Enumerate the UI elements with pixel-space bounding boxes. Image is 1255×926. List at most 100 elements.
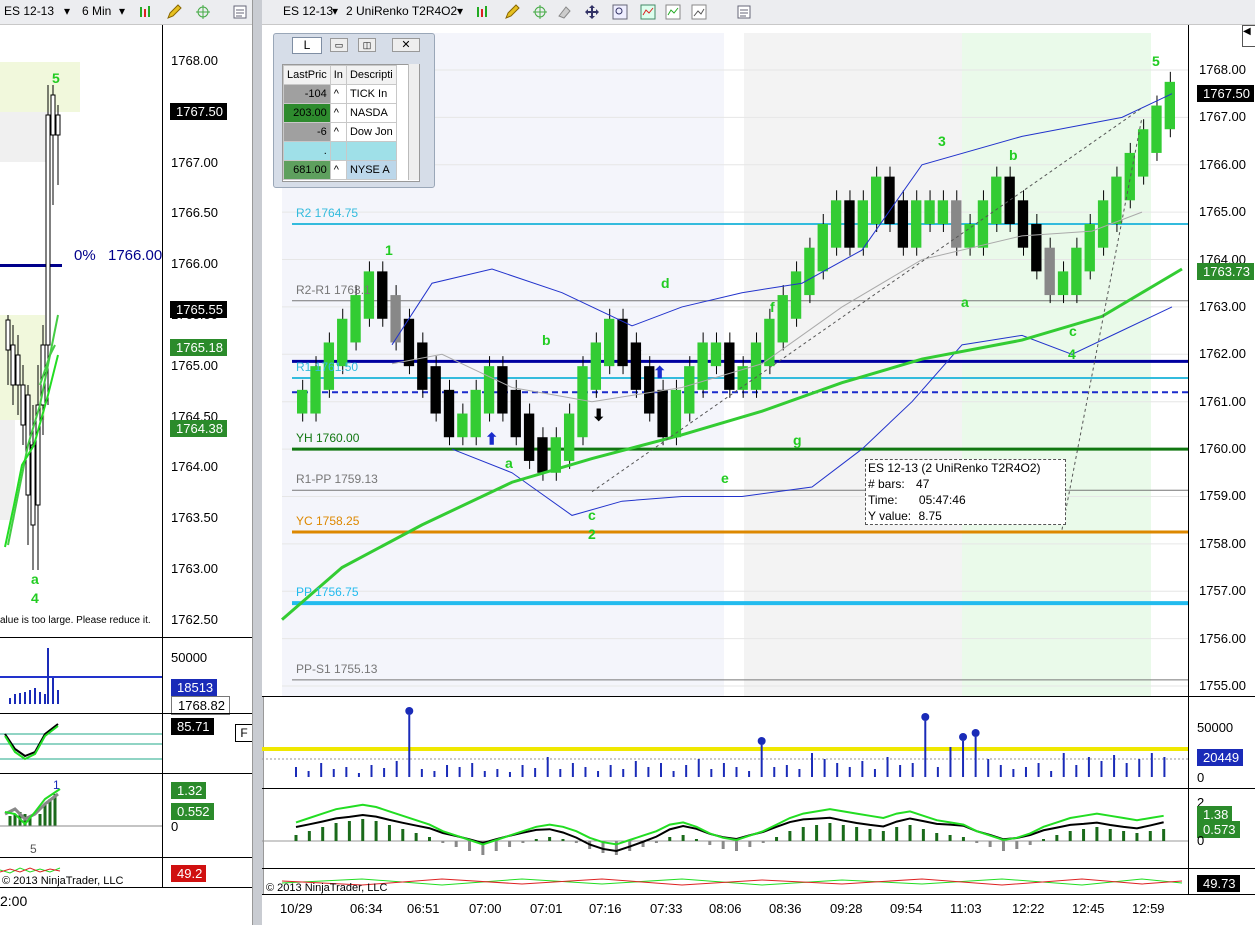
- chevron-down-icon[interactable]: ▾: [119, 4, 125, 18]
- table-row[interactable]: -6 ^ Dow Jon: [283, 122, 397, 142]
- column-header[interactable]: LastPric: [283, 65, 331, 85]
- osc2-label-1: 1.32: [171, 782, 207, 799]
- main-volume-panel[interactable]: 50000 20449 0: [262, 696, 1255, 789]
- main-toolbar: ES 12-13 ▾ 2 UniRenko T2R4O2 ▾: [262, 0, 1255, 25]
- main-time-axis: 10/29 06:34 06:51 07:00 07:01 07:16 07:33 08:06…: [262, 894, 1255, 926]
- bars-icon[interactable]: [138, 4, 154, 20]
- candle: [350, 295, 361, 343]
- left-osc2-panel[interactable]: 1 5 1.32 0.552 0: [0, 773, 252, 858]
- candle: [510, 389, 521, 438]
- info-time-label: Time:: [868, 493, 898, 507]
- window-titlebar[interactable]: L ▭ ◫ ✕: [274, 34, 434, 56]
- osc2-tick-zero: 0: [171, 819, 179, 834]
- candle: [897, 200, 909, 248]
- left-volume-panel[interactable]: 50000 18513 1768.82: [0, 637, 252, 715]
- osc2-mark-1: 1: [53, 778, 60, 792]
- eraser-icon[interactable]: [556, 4, 572, 20]
- arrow-icon: ⬇: [592, 408, 605, 425]
- chart-icon[interactable]: [691, 4, 707, 20]
- left-osc3-panel[interactable]: © 2013 NinjaTrader, LLC 49.2: [0, 857, 252, 888]
- main-instrument[interactable]: ES 12-13: [283, 4, 333, 18]
- properties-icon[interactable]: [736, 4, 752, 20]
- wave-mark: g: [793, 431, 802, 448]
- f-button[interactable]: F: [235, 724, 253, 742]
- properties-icon[interactable]: [232, 4, 248, 20]
- candle: [1071, 247, 1082, 296]
- candle: [991, 176, 1002, 224]
- time-tick: 06:34: [350, 901, 383, 916]
- table-row[interactable]: .: [283, 141, 397, 161]
- price-tick: 1763.00: [171, 561, 218, 576]
- indicator-cell: ^: [329, 122, 347, 142]
- indicators-icon[interactable]: [640, 4, 656, 20]
- pencil-icon[interactable]: [166, 4, 182, 20]
- candle: [470, 389, 481, 438]
- main-chart-type[interactable]: 2 UniRenko T2R4O2: [346, 4, 457, 18]
- close-icon[interactable]: ✕: [392, 38, 420, 52]
- time-tick: 07:33: [650, 901, 683, 916]
- strategies-icon[interactable]: [665, 4, 681, 20]
- left-time-label: 2:00: [0, 893, 28, 909]
- level-label: R2-R1 1763.1: [296, 282, 371, 297]
- left-osc1-panel[interactable]: 85.71 F: [0, 713, 253, 774]
- description-cell: TICK In: [345, 84, 397, 104]
- table-row[interactable]: 681.00 ^ NYSE A: [283, 160, 397, 180]
- bars-icon[interactable]: [475, 4, 491, 20]
- chevron-down-icon[interactable]: ▾: [64, 4, 70, 18]
- tab-l[interactable]: L: [292, 37, 322, 54]
- main-price-axis[interactable]: 1768.00 1767.00 1766.00 1765.00 1764.00 1763.…: [1188, 25, 1255, 696]
- left-price-chart[interactable]: 5 a 4 0% 1766.00 alue is too large. Plea…: [0, 25, 162, 637]
- price-tick: 1768.00: [171, 53, 218, 68]
- osc3-label: 49.2: [171, 865, 207, 882]
- main-osc-svg: [262, 803, 1188, 855]
- scrollbar[interactable]: [408, 64, 419, 180]
- move-icon[interactable]: [584, 4, 600, 20]
- time-tick: 12:22: [1012, 901, 1045, 916]
- candle: [857, 200, 868, 248]
- time-tick: 07:16: [589, 901, 622, 916]
- candle: [1031, 224, 1042, 272]
- column-header[interactable]: In: [329, 65, 347, 85]
- candle: [911, 200, 922, 248]
- info-y-value: 8.75: [918, 509, 942, 523]
- description-cell: NASDA: [345, 103, 397, 123]
- candle: [403, 318, 415, 367]
- indicator-cell: ^: [329, 160, 347, 180]
- market-analyzer-window[interactable]: L ▭ ◫ ✕ LastPric In Descripti -104 ^ TICK …: [273, 33, 435, 188]
- chevron-down-icon[interactable]: ▾: [457, 4, 463, 18]
- candle: [377, 271, 388, 319]
- left-interval[interactable]: 6 Min: [82, 4, 111, 18]
- table-row[interactable]: 203.00 ^ NASDA: [283, 103, 397, 123]
- main-osc3-panel[interactable]: © 2013 NinjaTrader, LLC 49.73: [262, 868, 1255, 895]
- crosshair-icon[interactable]: [195, 4, 211, 20]
- crosshair-icon[interactable]: [532, 4, 548, 20]
- candle: [390, 295, 401, 343]
- restore-icon[interactable]: ◫: [358, 38, 376, 52]
- signal-line: [295, 813, 1164, 852]
- market-table-wrap: LastPric In Descripti -104 ^ TICK In 203.00…: [282, 64, 420, 182]
- candle: [1111, 176, 1122, 224]
- candle: [804, 247, 815, 296]
- pencil-icon[interactable]: [504, 4, 520, 20]
- volume-spike-dot: [405, 707, 414, 715]
- candle: [523, 413, 535, 461]
- left-instrument[interactable]: ES 12-13: [4, 4, 54, 18]
- minimize-icon[interactable]: ▭: [330, 38, 348, 52]
- zoom-icon[interactable]: [612, 4, 628, 20]
- candle: [777, 295, 788, 343]
- main-osc-panel[interactable]: 2 1.38 0.573 0: [262, 788, 1255, 869]
- price-tick: 1759.00: [1199, 488, 1246, 504]
- column-header[interactable]: Descripti: [345, 65, 397, 85]
- last-price-cell: -104: [283, 84, 331, 104]
- left-price-axis[interactable]: 1768.001767.001766.501766.001765.501765.…: [162, 25, 253, 637]
- scroll-arrow[interactable]: ◀: [1242, 25, 1255, 47]
- table-row[interactable]: -104 ^ TICK In: [283, 84, 397, 104]
- main-volume-label: 20449: [1197, 749, 1244, 766]
- candle: [497, 366, 508, 414]
- candle: [563, 413, 575, 461]
- wave-mark: 4: [1068, 346, 1076, 363]
- candle: [577, 366, 588, 438]
- left-osc3-axis: 49.2: [162, 858, 253, 888]
- price-tick: 1762.00: [1199, 346, 1246, 362]
- chevron-down-icon[interactable]: ▾: [332, 4, 338, 18]
